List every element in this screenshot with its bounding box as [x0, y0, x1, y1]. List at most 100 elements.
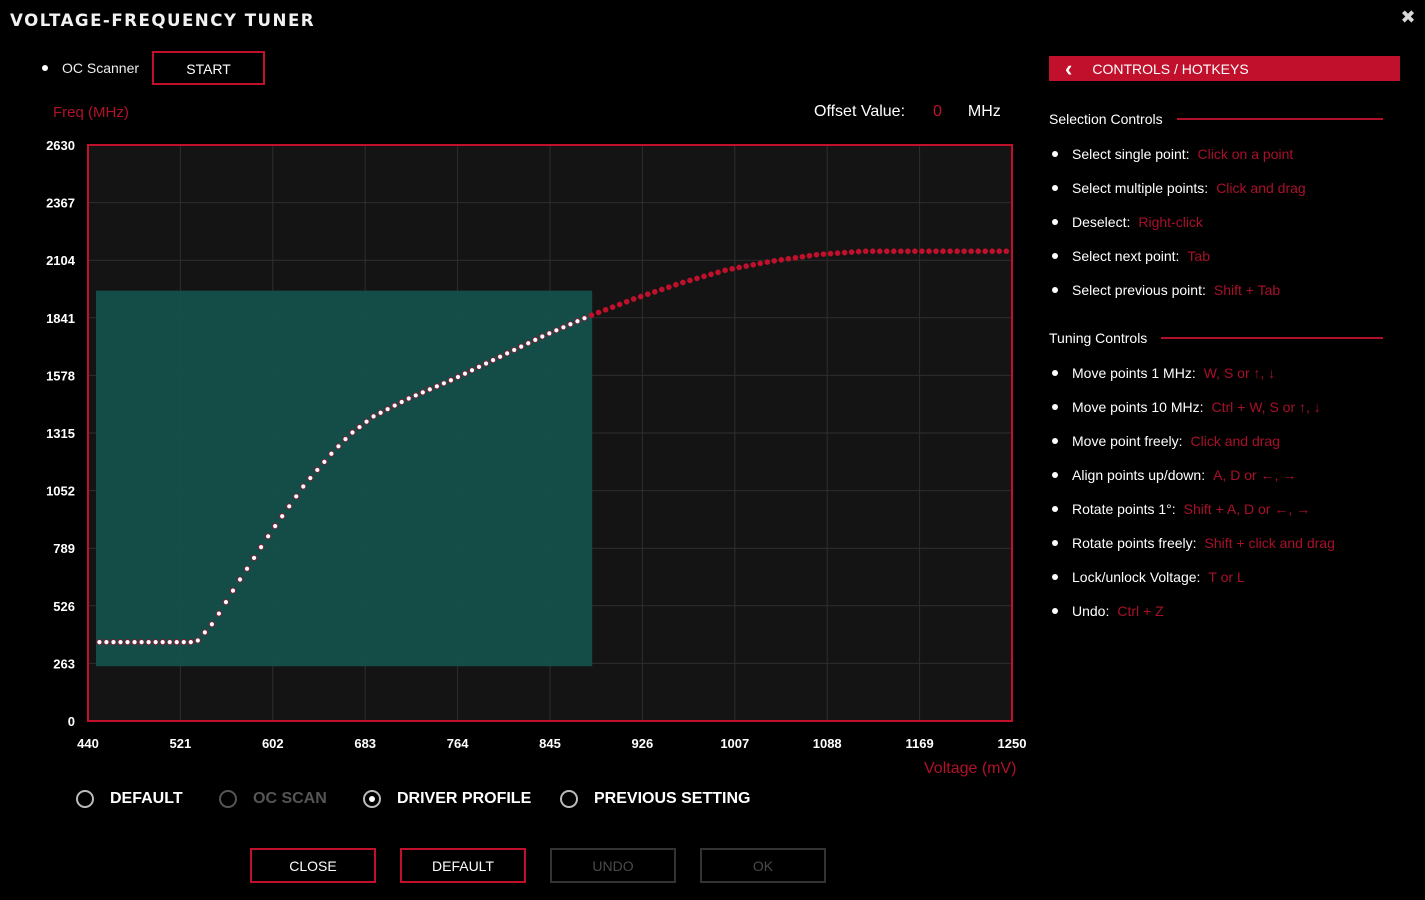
curve-point-selected[interactable]: [96, 639, 103, 646]
curve-point[interactable]: [701, 273, 707, 280]
curve-point-selected[interactable]: [398, 398, 405, 406]
curve-point[interactable]: [813, 251, 820, 258]
close-icon[interactable]: ✖: [1399, 8, 1417, 26]
curve-point-selected[interactable]: [328, 450, 335, 457]
curve-point-selected[interactable]: [180, 639, 187, 646]
curve-point-selected[interactable]: [497, 353, 504, 360]
curve-point[interactable]: [996, 248, 1003, 255]
curve-point-selected[interactable]: [117, 639, 124, 646]
curve-point[interactable]: [799, 253, 806, 260]
curve-point[interactable]: [862, 248, 869, 255]
curve-point-selected[interactable]: [145, 639, 152, 646]
curve-point[interactable]: [961, 248, 967, 255]
curve-point-selected[interactable]: [166, 639, 173, 646]
curve-point-selected[interactable]: [208, 621, 215, 628]
curve-point-selected[interactable]: [286, 503, 293, 510]
curve-point[interactable]: [820, 251, 827, 257]
curve-point-selected[interactable]: [215, 610, 223, 617]
curve-point-selected[interactable]: [250, 554, 258, 562]
curve-point-selected[interactable]: [461, 370, 469, 377]
curve-point-selected[interactable]: [222, 598, 230, 606]
curve-point-selected[interactable]: [279, 513, 286, 520]
curve-point-selected[interactable]: [412, 392, 419, 399]
curve-point[interactable]: [897, 248, 904, 255]
curve-point[interactable]: [644, 291, 651, 298]
curve-point[interactable]: [637, 293, 644, 300]
curve-point-selected[interactable]: [314, 466, 321, 474]
curve-point-selected[interactable]: [468, 367, 476, 374]
curve-point[interactable]: [933, 248, 939, 255]
curve-point[interactable]: [834, 250, 841, 256]
curve-point[interactable]: [665, 284, 672, 290]
curve-point-selected[interactable]: [201, 629, 208, 636]
curve-point-selected[interactable]: [159, 639, 166, 646]
curve-point-selected[interactable]: [377, 409, 384, 416]
curve-point[interactable]: [989, 248, 996, 255]
curve-point-selected[interactable]: [539, 333, 546, 340]
curve-point-selected[interactable]: [532, 336, 539, 343]
curve-point[interactable]: [792, 254, 799, 261]
curve-point-selected[interactable]: [482, 360, 490, 367]
curve-point-selected[interactable]: [258, 544, 265, 551]
curve-point-selected[interactable]: [370, 413, 377, 420]
curve-point[interactable]: [630, 296, 637, 302]
curve-point[interactable]: [602, 306, 609, 313]
curve-point[interactable]: [926, 248, 932, 255]
curve-point-selected[interactable]: [356, 423, 363, 431]
curve-point[interactable]: [905, 248, 911, 255]
curve-point[interactable]: [736, 264, 743, 271]
curve-point-selected[interactable]: [454, 373, 462, 381]
curve-point[interactable]: [757, 260, 764, 267]
curve-point[interactable]: [778, 256, 785, 263]
curve-point[interactable]: [708, 271, 714, 278]
curve-point[interactable]: [954, 248, 960, 255]
curve-point-selected[interactable]: [560, 324, 567, 331]
profile-option-default[interactable]: DEFAULT: [76, 790, 183, 808]
curve-point[interactable]: [616, 301, 623, 308]
curve-point-selected[interactable]: [342, 436, 349, 443]
curve-point[interactable]: [975, 248, 982, 255]
controls-hotkeys-toggle[interactable]: ‹ CONTROLS / HOTKEYS: [1049, 56, 1400, 81]
curve-point-selected[interactable]: [307, 474, 314, 482]
curve-point[interactable]: [968, 248, 974, 255]
curve-point[interactable]: [673, 281, 679, 288]
curve-point-selected[interactable]: [131, 639, 138, 646]
close-button[interactable]: CLOSE: [250, 848, 376, 883]
curve-point[interactable]: [841, 249, 848, 256]
curve-point-selected[interactable]: [426, 386, 433, 393]
curve-point-selected[interactable]: [504, 350, 511, 357]
curve-point-selected[interactable]: [518, 343, 525, 350]
vf-curve-chart[interactable]: 440 521 602 683 764 845 926 1007 1088 1169 1250 0 26…: [0, 0, 1040, 760]
curve-point-selected[interactable]: [511, 346, 518, 354]
curve-point[interactable]: [743, 263, 750, 269]
curve-point[interactable]: [982, 248, 989, 255]
curve-point[interactable]: [595, 309, 602, 316]
profile-option-previous-setting[interactable]: PREVIOUS SETTING: [560, 790, 750, 808]
curve-point[interactable]: [694, 275, 700, 282]
curve-point-selected[interactable]: [265, 533, 272, 540]
curve-point[interactable]: [890, 248, 897, 255]
curve-point-selected[interactable]: [391, 402, 398, 409]
curve-point-selected[interactable]: [525, 340, 532, 347]
curve-point[interactable]: [883, 248, 890, 255]
curve-point[interactable]: [940, 248, 946, 255]
curve-point-selected[interactable]: [229, 587, 237, 594]
curve-point-selected[interactable]: [349, 429, 356, 436]
curve-point-selected[interactable]: [187, 639, 194, 646]
curve-point-selected[interactable]: [384, 406, 391, 413]
curve-point-selected[interactable]: [447, 377, 455, 384]
curve-point-selected[interactable]: [110, 639, 117, 646]
curve-point-selected[interactable]: [321, 458, 328, 465]
curve-point-selected[interactable]: [300, 483, 307, 490]
curve-point[interactable]: [750, 261, 757, 268]
curve-point-selected[interactable]: [173, 639, 180, 646]
curve-point[interactable]: [588, 312, 595, 319]
curve-point[interactable]: [806, 252, 813, 259]
curve-point[interactable]: [764, 259, 771, 265]
default-button[interactable]: DEFAULT: [400, 848, 526, 883]
curve-point[interactable]: [771, 257, 778, 264]
curve-point[interactable]: [722, 267, 728, 274]
curve-point[interactable]: [658, 286, 665, 293]
curve-point[interactable]: [651, 288, 658, 295]
curve-point[interactable]: [680, 279, 686, 286]
